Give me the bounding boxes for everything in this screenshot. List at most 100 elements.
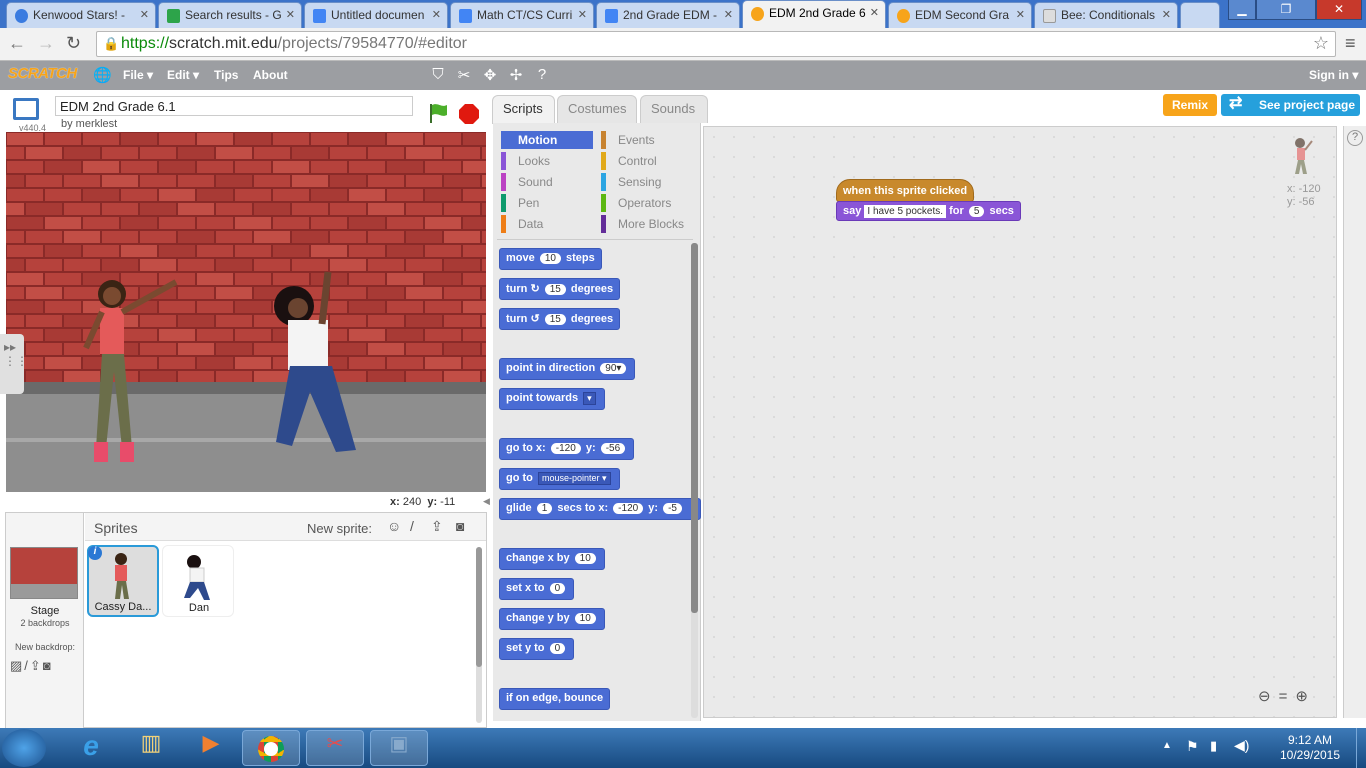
block-change-x[interactable]: change x by 10: [499, 548, 605, 570]
language-globe-icon[interactable]: 🌐: [93, 66, 112, 84]
palette-scrollbar[interactable]: [691, 243, 698, 718]
maximize-button[interactable]: ❐: [1256, 0, 1316, 20]
category-more-blocks[interactable]: More Blocks: [601, 215, 693, 233]
scratch-logo[interactable]: SCRATCH: [8, 65, 77, 82]
zoom-in-icon[interactable]: ⊕: [1295, 688, 1316, 705]
tab-sounds[interactable]: Sounds: [640, 95, 708, 123]
show-desktop-button[interactable]: [1356, 728, 1366, 768]
photo-viewer-icon[interactable]: ▣: [370, 730, 428, 766]
see-project-page-button[interactable]: ⇄ See project page: [1221, 94, 1360, 116]
camera-icon[interactable]: ◙: [43, 658, 53, 673]
minimize-button[interactable]: ▁: [1228, 0, 1256, 20]
network-icon[interactable]: ▮: [1210, 738, 1217, 754]
category-events[interactable]: Events: [601, 131, 693, 149]
block-move[interactable]: move 10 steps: [499, 248, 602, 270]
help-icon[interactable]: ?: [533, 66, 551, 84]
edit-menu[interactable]: Edit ▾: [167, 68, 199, 82]
about-link[interactable]: About: [253, 68, 288, 82]
browser-tab[interactable]: Bee: Conditionals ✕: [1034, 2, 1178, 28]
delete-scissors-icon[interactable]: ✂: [455, 66, 473, 84]
block-go-to[interactable]: go to mouse-pointer ▾: [499, 468, 620, 490]
camera-sprite-icon[interactable]: ◙: [456, 518, 464, 534]
menu-icon[interactable]: ≡: [1345, 33, 1356, 54]
category-sound[interactable]: Sound: [501, 173, 593, 191]
upload-sprite-icon[interactable]: ⇪: [431, 518, 443, 535]
category-sensing[interactable]: Sensing: [601, 173, 693, 191]
browser-tab-active[interactable]: EDM 2nd Grade 6 ✕: [742, 0, 886, 28]
category-pen[interactable]: Pen: [501, 194, 593, 212]
browser-tab[interactable]: Search results - G ✕: [158, 2, 302, 28]
window-close-button[interactable]: ✕: [1316, 0, 1362, 20]
address-bar[interactable]: 🔒 https://scratch.mit.edu/projects/79584…: [96, 31, 1336, 57]
block-point-towards[interactable]: point towards ▾: [499, 388, 605, 410]
clock[interactable]: 9:12 AM 10/29/2015: [1270, 733, 1350, 763]
browser-tab[interactable]: EDM Second Gra ✕: [888, 2, 1032, 28]
sprite-tile-cassy[interactable]: i Cassy Da...: [87, 545, 159, 617]
tab-scripts[interactable]: Scripts: [492, 95, 555, 124]
dan-sprite[interactable]: [266, 262, 386, 472]
browser-tab[interactable]: Kenwood Stars! - ✕: [6, 2, 156, 28]
media-player-icon[interactable]: ▶: [182, 730, 240, 766]
block-set-x[interactable]: set x to 0: [499, 578, 575, 600]
block-turn-left[interactable]: turn ↺ 15 degrees: [499, 308, 621, 330]
green-flag-icon[interactable]: [427, 102, 449, 124]
start-button[interactable]: [2, 729, 46, 767]
paint-backdrop-icon[interactable]: ▨: [10, 658, 24, 673]
browser-tab[interactable]: 2nd Grade EDM - ✕: [596, 2, 740, 28]
block-say-for-secs[interactable]: say I have 5 pockets. for 5 secs: [836, 201, 1021, 221]
block-when-sprite-clicked[interactable]: when this sprite clicked: [836, 179, 975, 202]
forward-icon[interactable]: →: [37, 33, 55, 54]
paint-sprite-icon[interactable]: /: [410, 518, 414, 534]
ie-icon[interactable]: e: [62, 730, 120, 766]
action-center-icon[interactable]: ⚑: [1186, 738, 1199, 755]
tab-costumes[interactable]: Costumes: [557, 95, 637, 123]
block-glide[interactable]: glide 1 secs to x: -120 y: -5: [499, 498, 701, 520]
close-icon[interactable]: ✕: [578, 8, 587, 21]
sprite-scrollbar[interactable]: [476, 547, 482, 723]
scripts-area[interactable]: when this sprite clicked say I have 5 po…: [703, 126, 1337, 718]
shrink-icon[interactable]: ✢: [507, 66, 525, 84]
close-icon[interactable]: ✕: [140, 8, 149, 21]
browser-tab[interactable]: Untitled documen ✕: [304, 2, 448, 28]
bookmark-star-icon[interactable]: ☆: [1313, 33, 1329, 54]
collapse-stage-arrow[interactable]: ◀: [483, 496, 491, 512]
reload-icon[interactable]: ↻: [66, 33, 81, 54]
block-point-in-direction[interactable]: point in direction 90▾: [499, 358, 636, 380]
remix-button[interactable]: Remix: [1163, 94, 1217, 116]
explorer-icon[interactable]: ▥: [122, 730, 180, 766]
zoom-reset-icon[interactable]: =: [1279, 688, 1296, 705]
block-set-y[interactable]: set y to 0: [499, 638, 575, 660]
fullscreen-icon[interactable]: [13, 98, 39, 120]
sprite-tile-dan[interactable]: Dan: [162, 545, 234, 617]
close-icon[interactable]: ✕: [724, 8, 733, 21]
category-motion[interactable]: Motion: [501, 131, 593, 149]
close-icon[interactable]: ✕: [1016, 8, 1025, 21]
stage-canvas[interactable]: [6, 132, 486, 492]
info-icon[interactable]: i: [88, 546, 102, 560]
cassy-sprite[interactable]: [76, 272, 196, 472]
grow-icon[interactable]: ✥: [481, 66, 499, 84]
sprite-library-icon[interactable]: ☺: [387, 518, 401, 534]
file-menu[interactable]: File ▾: [123, 68, 153, 82]
block-if-on-edge-bounce[interactable]: if on edge, bounce: [499, 688, 611, 710]
help-icon[interactable]: ?: [1347, 130, 1363, 146]
project-title-field[interactable]: EDM 2nd Grade 6.1: [55, 96, 413, 116]
close-icon[interactable]: ✕: [870, 6, 879, 19]
small-stage-toggle[interactable]: ▸▸ ⋮⋮: [0, 334, 28, 394]
category-data[interactable]: Data: [501, 215, 593, 233]
stop-icon[interactable]: [458, 103, 480, 125]
snipping-tool-icon[interactable]: ✂: [306, 730, 364, 766]
close-icon[interactable]: ✕: [286, 8, 295, 21]
block-turn-right[interactable]: turn ↻ 15 degrees: [499, 278, 621, 300]
close-icon[interactable]: ✕: [432, 8, 441, 21]
upload-icon[interactable]: ⇪: [30, 658, 43, 673]
tips-link[interactable]: Tips: [214, 68, 238, 82]
zoom-out-icon[interactable]: ⊖: [1258, 688, 1279, 705]
new-tab-button[interactable]: [1180, 2, 1220, 28]
sign-in-link[interactable]: Sign in ▾: [1309, 68, 1358, 82]
duplicate-icon[interactable]: ⛉: [429, 66, 447, 84]
stage-thumbnail[interactable]: [10, 547, 78, 599]
volume-icon[interactable]: ◀): [1234, 737, 1249, 754]
block-go-to-xy[interactable]: go to x: -120 y: -56: [499, 438, 635, 460]
show-hidden-icons[interactable]: ▲: [1162, 740, 1172, 751]
